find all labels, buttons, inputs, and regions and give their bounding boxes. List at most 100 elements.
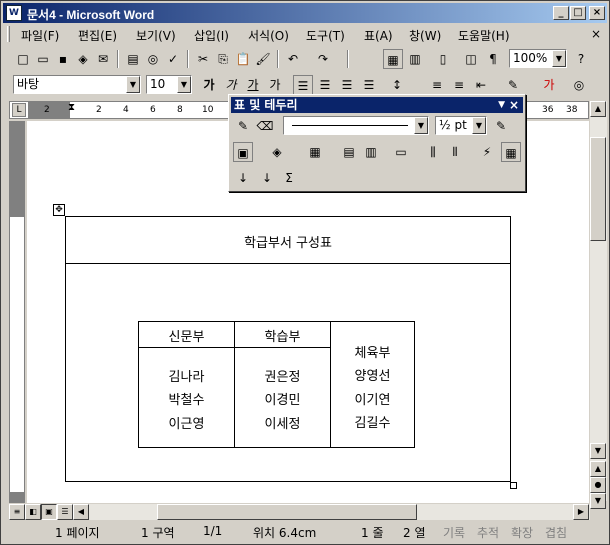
print-icon[interactable]: ▤: [123, 49, 143, 69]
paste-icon[interactable]: 📋: [233, 49, 253, 69]
member-cell[interactable]: 김길수: [331, 412, 414, 431]
table-resize-handle[interactable]: [510, 482, 517, 489]
highlight-icon[interactable]: ✎: [503, 75, 523, 95]
chevron-down-icon[interactable]: ▼: [472, 117, 486, 134]
scroll-thumb[interactable]: [590, 137, 606, 241]
scroll-down-icon[interactable]: ▼: [590, 443, 606, 459]
help-icon[interactable]: ?: [571, 49, 591, 69]
normal-view-icon[interactable]: ≡: [9, 504, 25, 520]
status-ext[interactable]: 확장: [511, 524, 533, 541]
status-ovr[interactable]: 겹침: [545, 524, 567, 541]
print-preview-icon[interactable]: ◎: [143, 49, 163, 69]
align-cell-icon[interactable]: ▭: [391, 142, 411, 162]
menu-view[interactable]: 보기(V): [136, 27, 176, 44]
permission-icon[interactable]: ◈: [73, 49, 93, 69]
show-hide-icon[interactable]: ¶: [483, 49, 503, 69]
menu-help[interactable]: 도움말(H): [458, 27, 510, 44]
bold-icon[interactable]: 가: [199, 75, 219, 95]
numbering-icon[interactable]: ≡: [427, 75, 447, 95]
hscroll-thumb[interactable]: [157, 504, 417, 520]
underline-icon[interactable]: 가: [243, 75, 263, 95]
member-cell[interactable]: 박철수: [139, 389, 234, 408]
member-cell[interactable]: 권은정: [235, 366, 330, 385]
split-cells-icon[interactable]: ▥: [361, 142, 381, 162]
new-document-icon[interactable]: □: [13, 49, 33, 69]
table-move-handle-icon[interactable]: ✥: [53, 204, 65, 216]
line-style-combo[interactable]: ▼: [283, 116, 429, 135]
font-name-combo[interactable]: 바탕 ▼: [13, 75, 141, 94]
justify-icon[interactable]: ☰: [359, 75, 379, 95]
menu-table[interactable]: 표(A): [364, 27, 393, 44]
char-shading-icon[interactable]: 가: [265, 75, 285, 95]
spelling-icon[interactable]: ✓: [163, 49, 183, 69]
document-map-icon[interactable]: ◫: [461, 49, 481, 69]
shading-color-icon[interactable]: ◈: [267, 142, 287, 162]
vertical-ruler[interactable]: [9, 121, 25, 503]
menu-format[interactable]: 서식(O): [248, 27, 289, 44]
line-weight-combo[interactable]: ½ pt ▼: [435, 116, 487, 135]
zoom-combo[interactable]: 100% ▼: [509, 49, 567, 68]
chevron-down-icon[interactable]: ▼: [177, 76, 191, 93]
header-cell[interactable]: 학습부: [235, 326, 330, 345]
panel-close-icon[interactable]: ×: [509, 97, 519, 113]
sort-descending-icon[interactable]: ↓: [257, 168, 277, 188]
panel-title[interactable]: 표 및 테두리 ▼ ×: [231, 97, 523, 113]
outside-border-icon[interactable]: ▣: [233, 142, 253, 162]
indent-marker-icon[interactable]: ⧗: [68, 102, 75, 113]
menu-window[interactable]: 창(W): [409, 27, 441, 44]
align-center-icon[interactable]: ☰: [315, 75, 335, 95]
chevron-down-icon[interactable]: ▼: [126, 76, 140, 93]
word-app-icon[interactable]: W: [6, 5, 22, 21]
vertical-scrollbar[interactable]: ▲ ▼ ▲ ● ▼: [590, 101, 607, 509]
cut-icon[interactable]: ✂: [193, 49, 213, 69]
columns-icon[interactable]: ▯: [433, 49, 453, 69]
status-trk[interactable]: 추적: [477, 524, 499, 541]
insert-table-icon[interactable]: ▥: [405, 49, 425, 69]
chevron-down-icon[interactable]: ▼: [414, 117, 428, 134]
horizontal-scrollbar[interactable]: ≡ ◧ ▣ ☰ ◀ ▶: [9, 504, 590, 520]
open-folder-icon[interactable]: ▭: [33, 49, 53, 69]
status-rec[interactable]: 기록: [443, 524, 465, 541]
save-icon[interactable]: ▪: [53, 49, 73, 69]
member-cell[interactable]: 이기연: [331, 389, 414, 408]
draw-table-icon[interactable]: ✎: [233, 116, 253, 136]
autosum-icon[interactable]: Σ: [279, 168, 299, 188]
member-cell[interactable]: 이근영: [139, 413, 234, 432]
member-cell[interactable]: 김나라: [139, 366, 234, 385]
font-size-combo[interactable]: 10 ▼: [146, 75, 192, 94]
tab-selector-icon[interactable]: L: [12, 103, 26, 117]
member-cell[interactable]: 이세정: [235, 413, 330, 432]
tables-borders-icon[interactable]: ▦: [383, 49, 403, 69]
copy-icon[interactable]: ⎘: [213, 49, 233, 69]
web-layout-view-icon[interactable]: ◧: [25, 504, 41, 520]
distribute-columns-icon[interactable]: ⫴: [445, 142, 465, 162]
print-layout-view-icon[interactable]: ▣: [41, 504, 57, 520]
menu-edit[interactable]: 편집(E): [78, 27, 117, 44]
bullets-icon[interactable]: ≡: [449, 75, 469, 95]
member-cell[interactable]: 이경민: [235, 389, 330, 408]
outline-view-icon[interactable]: ☰: [57, 504, 73, 520]
email-icon[interactable]: ✉: [93, 49, 113, 69]
border-color-icon[interactable]: ✎: [491, 116, 511, 136]
maximize-button[interactable]: □: [570, 6, 586, 20]
header-cell[interactable]: 신문부: [139, 326, 234, 345]
scroll-right-icon[interactable]: ▶: [573, 504, 589, 520]
menu-insert[interactable]: 삽입(I): [194, 27, 229, 44]
sort-ascending-icon[interactable]: ↓: [233, 168, 253, 188]
decrease-indent-icon[interactable]: ⇤: [471, 75, 491, 95]
chevron-down-icon[interactable]: ▼: [552, 50, 566, 67]
next-page-icon[interactable]: ▼: [590, 493, 606, 509]
document-close-icon[interactable]: ×: [591, 27, 601, 41]
menu-tools[interactable]: 도구(T): [306, 27, 345, 44]
close-button[interactable]: ×: [589, 6, 605, 20]
panel-options-icon[interactable]: ▼: [498, 97, 505, 113]
redo-icon[interactable]: ↷: [313, 49, 333, 69]
browse-object-icon[interactable]: ●: [590, 477, 606, 493]
inner-table[interactable]: 신문부 학습부 김나라 박철수 이근영 권은정 이경민 이세정 체육부 양영선 …: [138, 321, 415, 448]
member-cell[interactable]: 양영선: [331, 365, 414, 384]
member-cell[interactable]: 체육부: [331, 342, 414, 361]
undo-icon[interactable]: ↶: [283, 49, 303, 69]
scroll-up-icon[interactable]: ▲: [590, 101, 606, 117]
previous-page-icon[interactable]: ▲: [590, 461, 606, 477]
format-painter-icon[interactable]: 🖌: [253, 49, 273, 69]
